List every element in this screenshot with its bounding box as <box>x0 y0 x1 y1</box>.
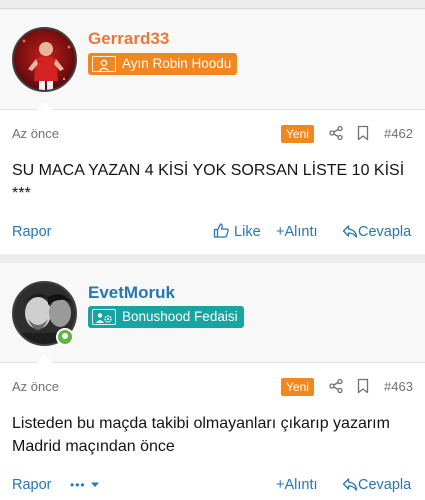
reply-button[interactable]: Cevapla <box>342 475 411 495</box>
like-label: Like <box>234 224 261 240</box>
new-badge: Yeni <box>281 378 314 396</box>
post: Gerrard33 Ayın Robin Hoodu Az önce Yeni … <box>0 10 425 254</box>
username[interactable]: Gerrard33 <box>88 29 169 49</box>
thumbs-up-icon <box>213 223 229 238</box>
message-line: *** <box>12 185 31 202</box>
user-title-badge: Bonushood Fedaisi <box>88 306 244 328</box>
more-label: ••• <box>70 478 86 492</box>
caret-down-icon <box>90 482 99 487</box>
header-pointer <box>36 355 54 364</box>
username[interactable]: EvetMoruk <box>88 283 175 303</box>
reply-label: Cevapla <box>358 224 412 240</box>
user-title-text: Ayın Robin Hoodu <box>122 56 232 71</box>
post-time[interactable]: Az önce <box>12 379 59 394</box>
header-pointer <box>36 102 54 111</box>
user-header: EvetMoruk Bonushood Fedaisi <box>0 263 425 364</box>
reply-label: Cevapla <box>358 477 412 493</box>
message-line: Listeden bu maçda takibi olmayanları çık… <box>12 415 390 432</box>
quote-label: Alıntı <box>284 477 318 493</box>
user-header: Gerrard33 Ayın Robin Hoodu <box>0 10 425 111</box>
post-meta: Az önce Yeni #463 <box>0 376 425 400</box>
user-title-badge: Ayın Robin Hoodu <box>88 53 238 75</box>
report-button[interactable]: Rapor <box>12 222 52 242</box>
bookmark-icon[interactable] <box>355 125 371 141</box>
users-cog-icon <box>92 309 116 325</box>
post-number[interactable]: #462 <box>384 126 413 141</box>
online-status-icon <box>56 328 74 346</box>
post-message: SU MACA YAZAN 4 KİSİ YOK SORSAN LİSTE 10… <box>12 159 417 205</box>
report-button[interactable]: Rapor <box>12 475 52 495</box>
reply-icon <box>342 478 358 491</box>
reply-icon <box>342 225 358 238</box>
quote-label: Alıntı <box>284 224 318 240</box>
post-time[interactable]: Az önce <box>12 126 59 141</box>
post-number[interactable]: #463 <box>384 379 413 394</box>
avatar[interactable] <box>12 27 77 92</box>
quote-button[interactable]: +Alıntı <box>276 475 318 495</box>
post-message: Listeden bu maçda takibi olmayanları çık… <box>12 412 417 458</box>
message-line: Madrid maçından önce <box>12 438 175 455</box>
like-button[interactable]: Like <box>213 222 261 242</box>
user-icon <box>92 56 116 72</box>
new-badge: Yeni <box>281 125 314 143</box>
top-strip <box>0 0 425 9</box>
message-line: SU MACA YAZAN 4 KİSİ YOK SORSAN LİSTE 10… <box>12 162 405 179</box>
player-avatar-image <box>22 39 71 90</box>
bookmark-icon[interactable] <box>355 378 371 394</box>
post-actions: Rapor Like +Alıntı Cevapla <box>0 222 425 244</box>
reply-button[interactable]: Cevapla <box>342 222 411 242</box>
post: EvetMoruk Bonushood Fedaisi Az önce Yeni… <box>0 263 425 500</box>
more-options-button[interactable]: ••• <box>70 475 100 495</box>
user-title-text: Bonushood Fedaisi <box>122 309 238 324</box>
post-actions: Rapor ••• +Alıntı Cevapla <box>0 475 425 497</box>
post-meta: Az önce Yeni #462 <box>0 123 425 147</box>
quote-button[interactable]: +Alıntı <box>276 222 318 242</box>
share-icon[interactable] <box>328 378 344 394</box>
share-icon[interactable] <box>328 125 344 141</box>
